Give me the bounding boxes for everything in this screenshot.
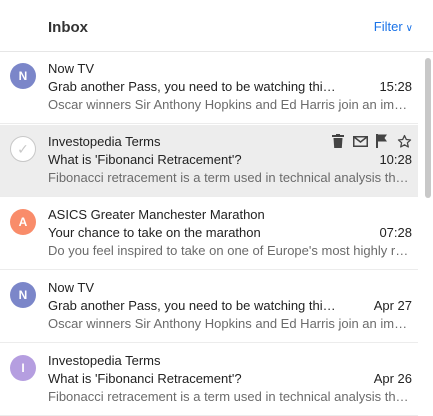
message-time: 07:28 [379,225,412,240]
star-icon[interactable] [396,133,412,149]
message-row[interactable]: N Now TV Grab another Pass, you need to … [0,271,418,343]
message-row[interactable]: I Investopedia Terms What is 'Fibonanci … [0,344,418,416]
message-time: Apr 27 [373,298,412,313]
message-sender: Now TV [48,61,94,76]
message-time: 10:28 [379,152,412,167]
message-subject: Grab another Pass, you need to be watchi… [48,79,338,94]
avatar: N [10,63,36,89]
avatar: A [10,209,36,235]
message-preview: Fibonacci retracement is a term used in … [48,389,410,404]
message-subject: What is 'Fibonanci Retracement'? [48,371,242,386]
page-title: Inbox [48,19,88,36]
inbox-header: Inbox Filter ∨ [0,0,433,52]
message-sender: ASICS Greater Manchester Marathon [48,207,265,222]
message-time: Apr 26 [373,371,412,386]
message-subject: Grab another Pass, you need to be watchi… [48,298,338,313]
message-preview: Oscar winners Sir Anthony Hopkins and Ed… [48,97,410,112]
message-sender: Investopedia Terms [48,134,161,149]
message-row[interactable]: N Now TV Grab another Pass, you need to … [0,52,418,124]
message-row-selected[interactable]: ✓ Investopedia Terms What is 'Fibonanci … [0,125,418,197]
select-checkbox[interactable]: ✓ [10,136,36,162]
message-preview: Do you feel inspired to take on one of E… [48,243,410,258]
message-sender: Now TV [48,280,94,295]
message-subject: What is 'Fibonanci Retracement'? [48,152,242,167]
filter-button[interactable]: Filter ∨ [374,19,413,34]
message-subject: Your chance to take on the marathon [48,225,261,240]
message-preview: Fibonacci retracement is a term used in … [48,170,410,185]
flag-icon[interactable] [374,133,390,149]
message-list[interactable]: N Now TV Grab another Pass, you need to … [0,52,418,416]
row-actions [330,133,412,149]
filter-label: Filter [373,19,403,34]
scrollbar[interactable] [425,58,431,198]
mail-icon[interactable] [352,133,368,149]
avatar: N [10,282,36,308]
message-row[interactable]: A ASICS Greater Manchester Marathon Your… [0,198,418,270]
message-preview: Oscar winners Sir Anthony Hopkins and Ed… [48,316,410,331]
trash-icon[interactable] [330,133,346,149]
chevron-down-icon: ∨ [405,23,413,34]
message-time: 15:28 [379,79,412,94]
avatar: I [10,355,36,381]
message-sender: Investopedia Terms [48,353,161,368]
